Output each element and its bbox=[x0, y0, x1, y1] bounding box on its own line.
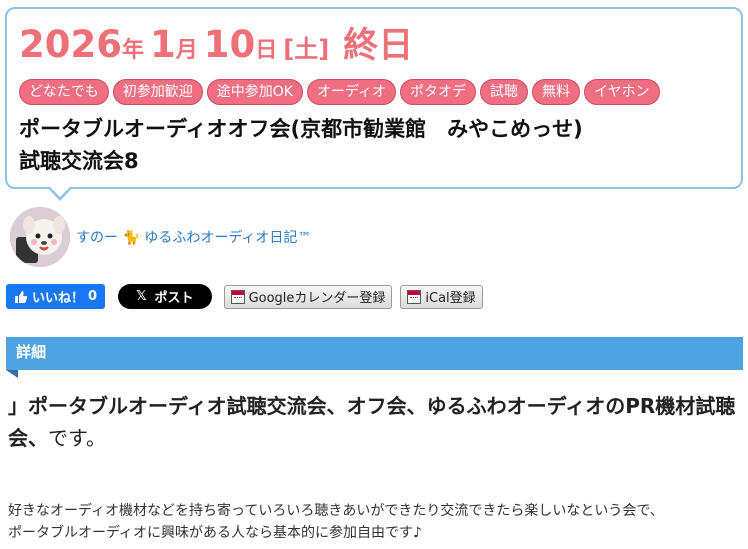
tag[interactable]: 無料 bbox=[531, 79, 580, 105]
event-title-line2: 試聴交流会8 bbox=[19, 149, 139, 173]
google-calendar-button[interactable]: Googleカレンダー登録 bbox=[223, 284, 393, 309]
like-count: 0 bbox=[88, 289, 98, 304]
author-row: すのー 🐈 ゆるふわオーディオ日記™ bbox=[10, 207, 311, 267]
lead-paragraph: 」ポータブルオーディオ試聴交流会、オフ会、ゆるふわオーディオのPR機材試聴会、で… bbox=[8, 390, 738, 454]
event-title: ポータブルオーディオオフ会(京都市勧業館 みやこめっせ) 試聴交流会8 bbox=[19, 113, 729, 177]
description-paragraph: 好きなオーディオ機材などを持ち寄っていろいろ聴きあいができたり交流できたら楽しい… bbox=[8, 500, 738, 544]
ical-label: iCal登録 bbox=[425, 291, 476, 306]
desc-line: ポータブルオーディオに興味がある人なら基本的に参加自由です♪ bbox=[8, 525, 422, 541]
post-label: ポスト bbox=[154, 291, 194, 306]
ical-button[interactable]: iCal登録 bbox=[400, 284, 483, 309]
cat-icon: 🐈 bbox=[122, 230, 140, 246]
date-year-suffix: 年 bbox=[121, 38, 144, 63]
section-title: 詳細 bbox=[16, 343, 47, 361]
avatar-dog-icon bbox=[10, 207, 70, 267]
calendar-icon bbox=[230, 289, 245, 304]
date-weekday: [土] bbox=[283, 35, 330, 63]
date-month-suffix: 月 bbox=[175, 38, 198, 63]
date-day-suffix: 日 bbox=[255, 38, 278, 63]
date-day: 10 bbox=[203, 23, 256, 66]
thumbs-up-icon bbox=[15, 290, 28, 303]
desc-line: 好きなオーディオ機材などを持ち寄っていろいろ聴きあいができたり交流できたら楽しい… bbox=[8, 503, 664, 519]
tag[interactable]: 初参加歓迎 bbox=[112, 79, 203, 105]
tag[interactable]: ポタオデ bbox=[399, 79, 476, 105]
google-calendar-label: Googleカレンダー登録 bbox=[248, 291, 386, 306]
event-title-line1: ポータブルオーディオオフ会(京都市勧業館 みやこめっせ) bbox=[19, 117, 583, 141]
blog-name: ゆるふわオーディオ日記™ bbox=[144, 230, 312, 246]
event-header-card: 2026 年 1 月 10 日 [土] 終日 どなたでも 初参加歓迎 途中参加O… bbox=[5, 7, 743, 201]
lead-plain-text: です。 bbox=[48, 426, 106, 450]
calendar-icon bbox=[407, 289, 422, 304]
x-post-button[interactable]: 𝕏 ポスト bbox=[118, 284, 212, 309]
event-date: 2026 年 1 月 10 日 [土] 終日 bbox=[19, 17, 729, 67]
tag[interactable]: 試聴 bbox=[479, 79, 528, 105]
like-label: いいね！ bbox=[32, 291, 85, 306]
x-icon: 𝕏 bbox=[136, 289, 147, 304]
tag-list: どなたでも 初参加歓迎 途中参加OK オーディオ ポタオデ 試聴 無料 イヤホン bbox=[19, 79, 729, 105]
avatar[interactable] bbox=[10, 207, 70, 267]
tag[interactable]: 途中参加OK bbox=[206, 79, 303, 105]
author-link[interactable]: すのー 🐈 ゆるふわオーディオ日記™ bbox=[76, 227, 311, 247]
tag[interactable]: オーディオ bbox=[306, 79, 396, 105]
lead-bold-text: 」ポータブルオーディオ試聴交流会、オフ会、ゆるふわオーディオのPR機材試聴会、 bbox=[8, 394, 736, 450]
facebook-like-button[interactable]: いいね！ 0 bbox=[6, 284, 106, 309]
author-name: すのー bbox=[76, 230, 118, 246]
tag[interactable]: どなたでも bbox=[19, 79, 109, 105]
section-heading: 詳細 bbox=[6, 337, 743, 378]
date-month: 1 bbox=[150, 23, 176, 66]
share-bar: いいね！ 0 𝕏 ポスト Googleカレンダー登録 iCal登録 bbox=[6, 284, 483, 309]
date-year: 2026 bbox=[19, 23, 122, 66]
tag[interactable]: イヤホン bbox=[583, 79, 660, 105]
date-allday: 終日 bbox=[343, 26, 414, 66]
